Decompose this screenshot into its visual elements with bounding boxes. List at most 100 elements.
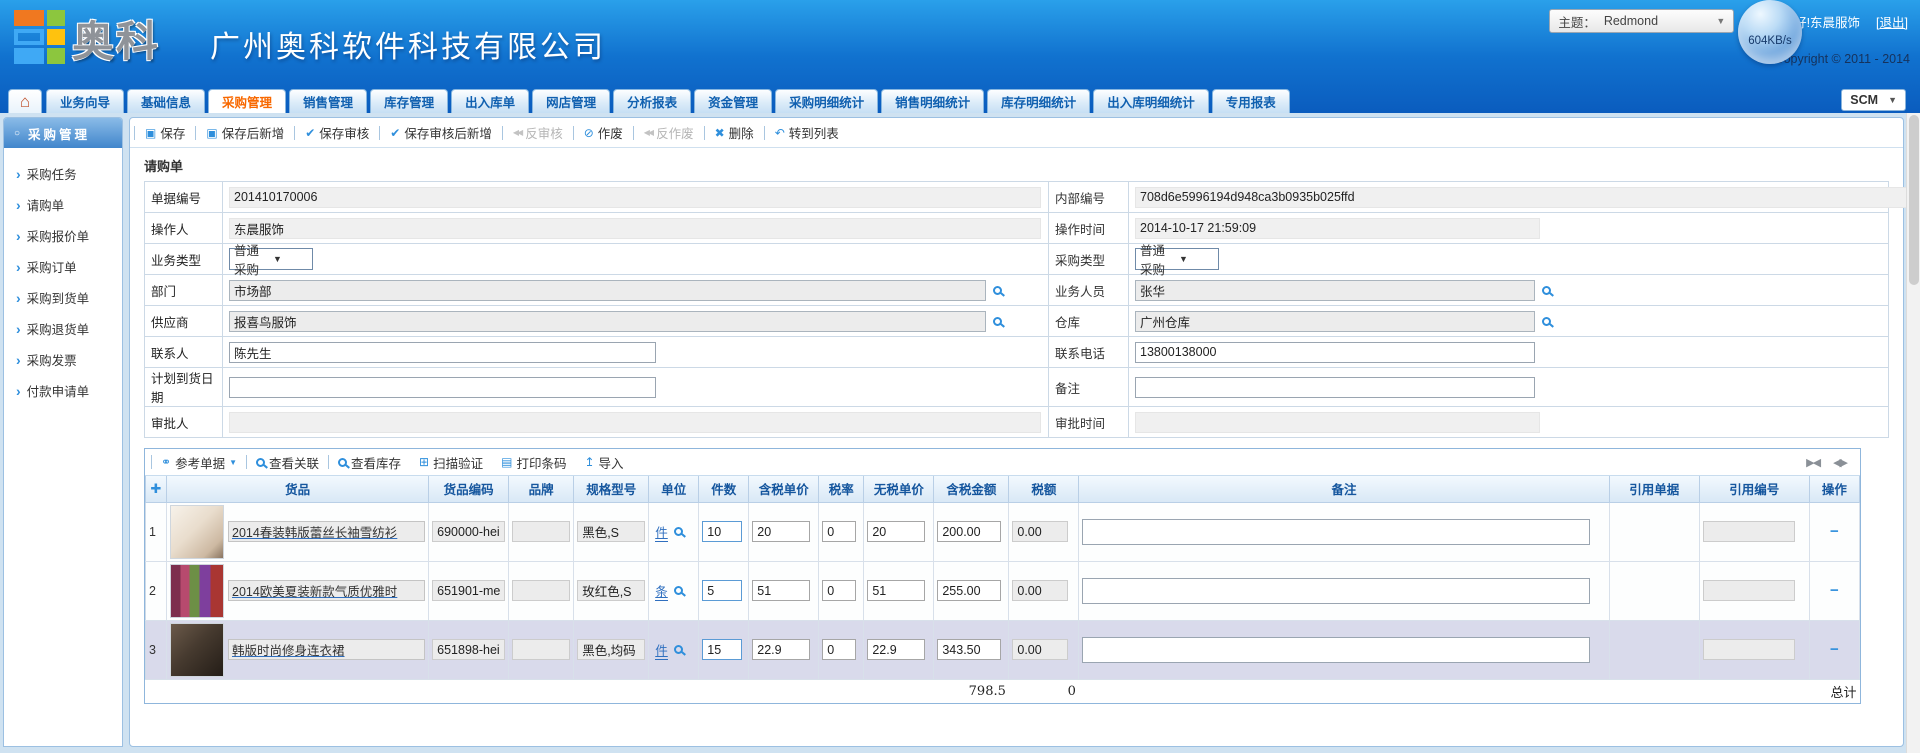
- network-speed-bubble[interactable]: 604KB/s: [1738, 0, 1802, 64]
- unit-link[interactable]: 件: [655, 640, 668, 660]
- save-approve-button[interactable]: ✔保存审核: [295, 123, 379, 142]
- ref-no-field[interactable]: [1703, 639, 1795, 660]
- warehouse-field[interactable]: [1135, 311, 1535, 332]
- tab-in-out-detail-stats[interactable]: 出入库明细统计: [1093, 89, 1209, 113]
- tab-purchase-detail-stats[interactable]: 采购明细统计: [775, 89, 878, 113]
- product-name-link[interactable]: 2014欧美夏装新款气质优雅时: [232, 581, 397, 600]
- product-name-link[interactable]: 韩版时尚修身连衣裙: [232, 640, 345, 659]
- tab-funds-mgmt[interactable]: 资金管理: [694, 89, 772, 113]
- import-button[interactable]: ↥导入: [575, 453, 632, 472]
- tax-rate-input[interactable]: [822, 580, 856, 601]
- tax-rate-input[interactable]: [822, 639, 856, 660]
- scan-verify-button[interactable]: ⊞扫描验证: [410, 453, 492, 472]
- expand-columns-icon[interactable]: ◀▶: [1833, 456, 1846, 469]
- tax-rate-input[interactable]: [822, 521, 856, 542]
- tab-purchase-mgmt[interactable]: 采购管理: [208, 89, 286, 113]
- line-remark-input[interactable]: [1082, 578, 1590, 604]
- amount-with-tax-input[interactable]: [937, 580, 1001, 601]
- tab-inventory-detail-stats[interactable]: 库存明细统计: [987, 89, 1090, 113]
- qty-input[interactable]: [702, 521, 742, 542]
- price-no-tax-input[interactable]: [867, 639, 925, 660]
- ref-no-field[interactable]: [1703, 580, 1795, 601]
- line-remark-input[interactable]: [1082, 637, 1590, 663]
- save-button[interactable]: ▣保存: [135, 123, 195, 142]
- amount-with-tax-input[interactable]: [937, 521, 1001, 542]
- unapprove-button[interactable]: ◀◀反审核: [503, 123, 573, 142]
- sidebar-item-purchase-task[interactable]: ›采购任务: [4, 158, 122, 189]
- tab-basic-info[interactable]: 基础信息: [127, 89, 205, 113]
- price-no-tax-input[interactable]: [867, 521, 925, 542]
- collapse-columns-icon[interactable]: ▶◀: [1806, 456, 1819, 469]
- go-to-list-button[interactable]: ↶转到列表: [765, 123, 849, 142]
- contact-person-field[interactable]: [229, 342, 656, 363]
- sidebar-item-payment-request[interactable]: ›付款申请单: [4, 375, 122, 406]
- qty-input[interactable]: [702, 580, 742, 601]
- ref-no-field[interactable]: [1703, 521, 1795, 542]
- approver-field[interactable]: [229, 412, 1041, 433]
- search-icon[interactable]: [674, 645, 683, 654]
- remark-field[interactable]: [1135, 377, 1535, 398]
- view-relations-button[interactable]: 查看关联: [247, 453, 328, 472]
- search-icon[interactable]: [1542, 286, 1551, 295]
- unit-link[interactable]: 条: [655, 581, 668, 601]
- brand-field[interactable]: [512, 521, 570, 542]
- unvoid-button[interactable]: ◀◀反作废: [634, 123, 704, 142]
- salesperson-field[interactable]: [1135, 280, 1535, 301]
- scrollbar-thumb[interactable]: [1909, 115, 1919, 285]
- tab-sales-mgmt[interactable]: 销售管理: [289, 89, 367, 113]
- amount-with-tax-input[interactable]: [937, 639, 1001, 660]
- search-icon[interactable]: [674, 586, 683, 595]
- department-field[interactable]: [229, 280, 986, 301]
- line-remark-input[interactable]: [1082, 519, 1590, 545]
- add-row-icon[interactable]: ✚: [151, 481, 162, 496]
- theme-select[interactable]: 主题： Redmond ▼: [1549, 9, 1734, 33]
- remove-row-icon[interactable]: −: [1813, 523, 1856, 540]
- operator-field[interactable]: [229, 218, 1041, 239]
- remove-row-icon[interactable]: −: [1813, 641, 1856, 658]
- business-type-select[interactable]: 普通采购▼: [229, 248, 313, 270]
- tab-business-wizard[interactable]: 业务向导: [46, 89, 124, 113]
- search-icon[interactable]: [674, 527, 683, 536]
- tab-inventory-mgmt[interactable]: 库存管理: [370, 89, 448, 113]
- approval-time-field[interactable]: [1135, 412, 1540, 433]
- supplier-field[interactable]: [229, 311, 986, 332]
- tab-in-out-orders[interactable]: 出入库单: [451, 89, 529, 113]
- search-icon[interactable]: [993, 317, 1002, 326]
- tab-analysis-reports[interactable]: 分析报表: [613, 89, 691, 113]
- view-stock-button[interactable]: 查看库存: [329, 453, 410, 472]
- brand-field[interactable]: [512, 639, 570, 660]
- tab-sales-detail-stats[interactable]: 销售明细统计: [881, 89, 984, 113]
- void-button[interactable]: ⊘作废: [574, 123, 633, 142]
- tax-amount-field[interactable]: [1012, 580, 1068, 601]
- contact-phone-field[interactable]: [1135, 342, 1535, 363]
- scm-select[interactable]: SCM ▼: [1841, 89, 1906, 111]
- search-icon[interactable]: [1542, 317, 1551, 326]
- qty-input[interactable]: [702, 639, 742, 660]
- doc-number-field[interactable]: [229, 187, 1041, 208]
- sidebar-item-requisition[interactable]: ›请购单: [4, 189, 122, 220]
- internal-number-field[interactable]: [1135, 187, 1920, 208]
- sidebar-item-purchase-quote[interactable]: ›采购报价单: [4, 220, 122, 251]
- delete-button[interactable]: ✖删除: [705, 123, 764, 142]
- tab-online-store[interactable]: 网店管理: [532, 89, 610, 113]
- sidebar-item-purchase-arrival[interactable]: ›采购到货单: [4, 282, 122, 313]
- sidebar-item-purchase-return[interactable]: ›采购退货单: [4, 313, 122, 344]
- reference-doc-button[interactable]: ⚭参考单据▼: [152, 453, 246, 472]
- goods-code-field[interactable]: [432, 639, 505, 660]
- logout-link[interactable]: [退出]: [1876, 12, 1908, 31]
- sidebar-item-purchase-order[interactable]: ›采购订单: [4, 251, 122, 282]
- tab-special-reports[interactable]: 专用报表: [1212, 89, 1290, 113]
- brand-field[interactable]: [512, 580, 570, 601]
- operation-time-field[interactable]: [1135, 218, 1540, 239]
- purchase-type-select[interactable]: 普通采购▼: [1135, 248, 1219, 270]
- tax-amount-field[interactable]: [1012, 639, 1068, 660]
- planned-arrival-date-field[interactable]: [229, 377, 656, 398]
- save-and-new-button[interactable]: ▣保存后新增: [196, 123, 294, 142]
- spec-field[interactable]: [577, 639, 645, 660]
- tax-amount-field[interactable]: [1012, 521, 1068, 542]
- spec-field[interactable]: [577, 580, 645, 601]
- price-with-tax-input[interactable]: [752, 580, 810, 601]
- unit-link[interactable]: 件: [655, 522, 668, 542]
- spec-field[interactable]: [577, 521, 645, 542]
- price-no-tax-input[interactable]: [867, 580, 925, 601]
